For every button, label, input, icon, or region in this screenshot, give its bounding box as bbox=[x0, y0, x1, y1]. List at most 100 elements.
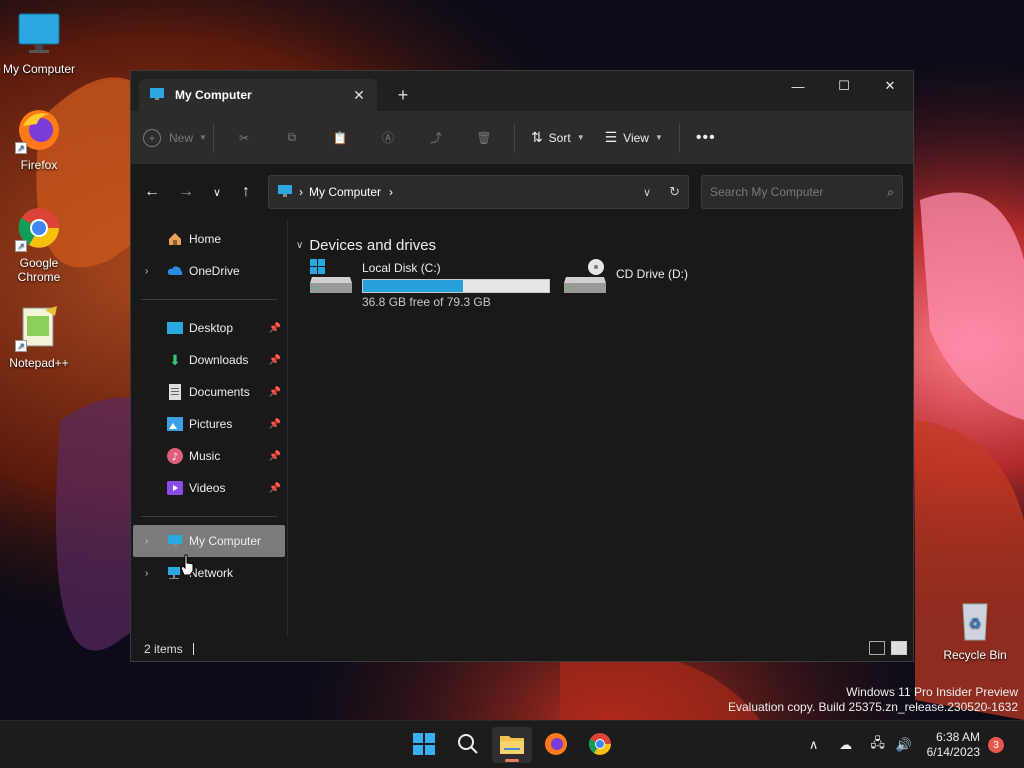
home-icon bbox=[167, 231, 183, 247]
back-button[interactable]: ← bbox=[139, 178, 165, 206]
sidebar-item-desktop[interactable]: Desktop 📌 bbox=[133, 312, 285, 344]
chevron-right-icon[interactable]: › bbox=[145, 568, 148, 579]
sidebar-item-onedrive[interactable]: › OneDrive bbox=[133, 255, 285, 287]
notepadpp-icon: ↗ bbox=[15, 304, 63, 352]
start-button[interactable] bbox=[404, 727, 444, 763]
drive-name: Local Disk (C:) bbox=[362, 261, 441, 275]
maximize-button[interactable]: ☐ bbox=[821, 71, 867, 101]
minimize-button[interactable]: — bbox=[775, 71, 821, 101]
desktop-icon-notepadpp[interactable]: ↗ Notepad++ bbox=[1, 304, 77, 370]
sidebar-item-documents[interactable]: Documents 📌 bbox=[133, 376, 285, 408]
title-bar[interactable]: My Computer ✕ + — ☐ ✕ bbox=[131, 71, 913, 111]
drive-name: CD Drive (D:) bbox=[616, 267, 688, 281]
file-explorer-taskbar-button[interactable] bbox=[492, 727, 532, 763]
search-taskbar-button[interactable] bbox=[448, 727, 488, 763]
pin-icon: 📌 bbox=[268, 322, 281, 334]
sidebar-item-label: OneDrive bbox=[189, 264, 240, 278]
volume-tray-button[interactable]: 🔊 bbox=[891, 732, 917, 758]
sort-icon: ⇅ bbox=[530, 129, 543, 145]
close-tab-icon[interactable]: ✕ bbox=[347, 83, 371, 107]
group-header-devices[interactable]: ∨ Devices and drives bbox=[296, 235, 913, 255]
pin-icon: 📌 bbox=[268, 482, 281, 494]
sidebar-item-my-computer[interactable]: › My Computer bbox=[133, 525, 285, 557]
search-input[interactable] bbox=[710, 185, 888, 199]
new-button[interactable]: + New ▼ bbox=[143, 122, 207, 154]
desktop-icon-label: My Computer bbox=[2, 62, 76, 76]
recycle-bin-icon: ♻ bbox=[951, 596, 999, 644]
pin-icon: 📌 bbox=[268, 386, 281, 398]
new-tab-button[interactable]: + bbox=[391, 83, 415, 107]
chevron-down-icon: ∨ bbox=[212, 186, 222, 199]
copy-button[interactable]: ⧉ bbox=[268, 122, 316, 154]
drive-usage-fill bbox=[363, 280, 463, 292]
sidebar-item-label: Music bbox=[189, 449, 221, 463]
clock[interactable]: 6:38 AM 6/14/2023 bbox=[927, 730, 980, 760]
chrome-taskbar-button[interactable] bbox=[580, 727, 620, 763]
svg-text:♪: ♪ bbox=[172, 452, 178, 463]
firefox-icon bbox=[544, 732, 568, 759]
pin-icon: 📌 bbox=[268, 354, 281, 366]
file-explorer-window: My Computer ✕ + — ☐ ✕ + New ▼ ✂ ⧉ 📋 Ⓐ ⤴ … bbox=[130, 70, 914, 662]
chevron-right-icon[interactable]: › bbox=[145, 536, 148, 547]
refresh-icon[interactable]: ↻ bbox=[669, 184, 680, 200]
arrow-left-icon: ← bbox=[144, 183, 160, 200]
sidebar-item-home[interactable]: Home bbox=[133, 223, 285, 255]
chevron-right-icon: › bbox=[389, 185, 394, 199]
show-hidden-icons-button[interactable]: ∧ bbox=[801, 732, 827, 758]
active-indicator bbox=[505, 759, 519, 762]
windows-logo-icon bbox=[413, 732, 435, 758]
chevron-up-icon: ∧ bbox=[808, 737, 819, 752]
share-button[interactable]: ⤴ bbox=[412, 122, 460, 154]
desktop-icon-label: Recycle Bin bbox=[943, 648, 1007, 662]
forward-button[interactable]: → bbox=[173, 178, 199, 206]
sidebar-item-music[interactable]: ♪ Music 📌 bbox=[133, 440, 285, 472]
paste-button[interactable]: 📋 bbox=[316, 122, 364, 154]
tab-my-computer[interactable]: My Computer ✕ bbox=[139, 79, 377, 111]
arrow-up-icon: ↑ bbox=[242, 183, 250, 200]
network-tray-button[interactable]: 🖧 bbox=[865, 732, 891, 758]
chrome-icon: ↗ bbox=[15, 204, 63, 252]
close-window-button[interactable]: ✕ bbox=[867, 71, 913, 101]
breadcrumb-my-computer[interactable]: My Computer bbox=[309, 185, 381, 199]
tab-title: My Computer bbox=[175, 88, 252, 102]
cut-button[interactable]: ✂ bbox=[220, 122, 268, 154]
sidebar-item-label: Downloads bbox=[189, 353, 249, 367]
command-bar: + New ▼ ✂ ⧉ 📋 Ⓐ ⤴ 🗑 ⇅ Sort ▼ ☰ View ▼ ••… bbox=[131, 111, 913, 165]
address-bar[interactable]: › My Computer › ∨ ↻ bbox=[268, 175, 689, 209]
view-button[interactable]: ☰ View ▼ bbox=[595, 129, 673, 146]
sort-label: Sort bbox=[548, 130, 571, 145]
search-icon: ⌕ bbox=[887, 184, 894, 199]
recent-locations-button[interactable]: ∨ bbox=[204, 178, 230, 206]
folder-icon bbox=[500, 734, 524, 757]
desktop-icon-recycle-bin[interactable]: ♻ Recycle Bin bbox=[937, 596, 1013, 662]
cut-icon: ✂ bbox=[238, 130, 249, 145]
firefox-taskbar-button[interactable] bbox=[536, 727, 576, 763]
search-box[interactable]: ⌕ bbox=[701, 175, 903, 209]
onedrive-tray-button[interactable]: ☁ bbox=[833, 732, 859, 758]
large-icons-view-toggle[interactable] bbox=[891, 641, 907, 655]
sidebar-item-label: Pictures bbox=[189, 417, 233, 431]
desktop-icon-my-computer[interactable]: My Computer bbox=[1, 10, 77, 76]
address-history-dropdown[interactable]: ∨ bbox=[643, 186, 651, 199]
desktop-icon-firefox[interactable]: ↗ Firefox bbox=[1, 106, 77, 172]
sort-button[interactable]: ⇅ Sort ▼ bbox=[521, 129, 595, 146]
sidebar-item-videos[interactable]: Videos 📌 bbox=[133, 472, 285, 504]
details-view-toggle[interactable] bbox=[869, 641, 885, 655]
up-button[interactable]: ↑ bbox=[233, 178, 259, 206]
sidebar-item-pictures[interactable]: Pictures 📌 bbox=[133, 408, 285, 440]
more-options-button[interactable]: ••• bbox=[686, 129, 726, 147]
sidebar-item-downloads[interactable]: ⬇ Downloads 📌 bbox=[133, 344, 285, 376]
notification-badge[interactable]: 3 bbox=[988, 737, 1004, 753]
drive-cd-d[interactable]: CD Drive (D:) bbox=[562, 259, 688, 298]
sidebar-item-network[interactable]: › Network bbox=[133, 557, 285, 589]
chevron-right-icon[interactable]: › bbox=[145, 266, 148, 277]
monitor-icon bbox=[149, 86, 165, 105]
desktop-icon-chrome[interactable]: ↗ Google Chrome bbox=[1, 204, 77, 284]
firefox-icon: ↗ bbox=[15, 106, 63, 154]
drive-local-disk-c[interactable]: Local Disk (C:) 36.8 GB free of 79.3 GB bbox=[308, 259, 550, 309]
cloud-offline-icon: ☁ bbox=[839, 737, 853, 752]
rename-button[interactable]: Ⓐ bbox=[364, 122, 412, 154]
navigation-row: ← → ∨ ↑ › My Computer › ∨ ↻ ⌕ bbox=[131, 165, 913, 219]
delete-button[interactable]: 🗑 bbox=[460, 122, 508, 154]
sidebar-item-label: My Computer bbox=[189, 534, 262, 548]
